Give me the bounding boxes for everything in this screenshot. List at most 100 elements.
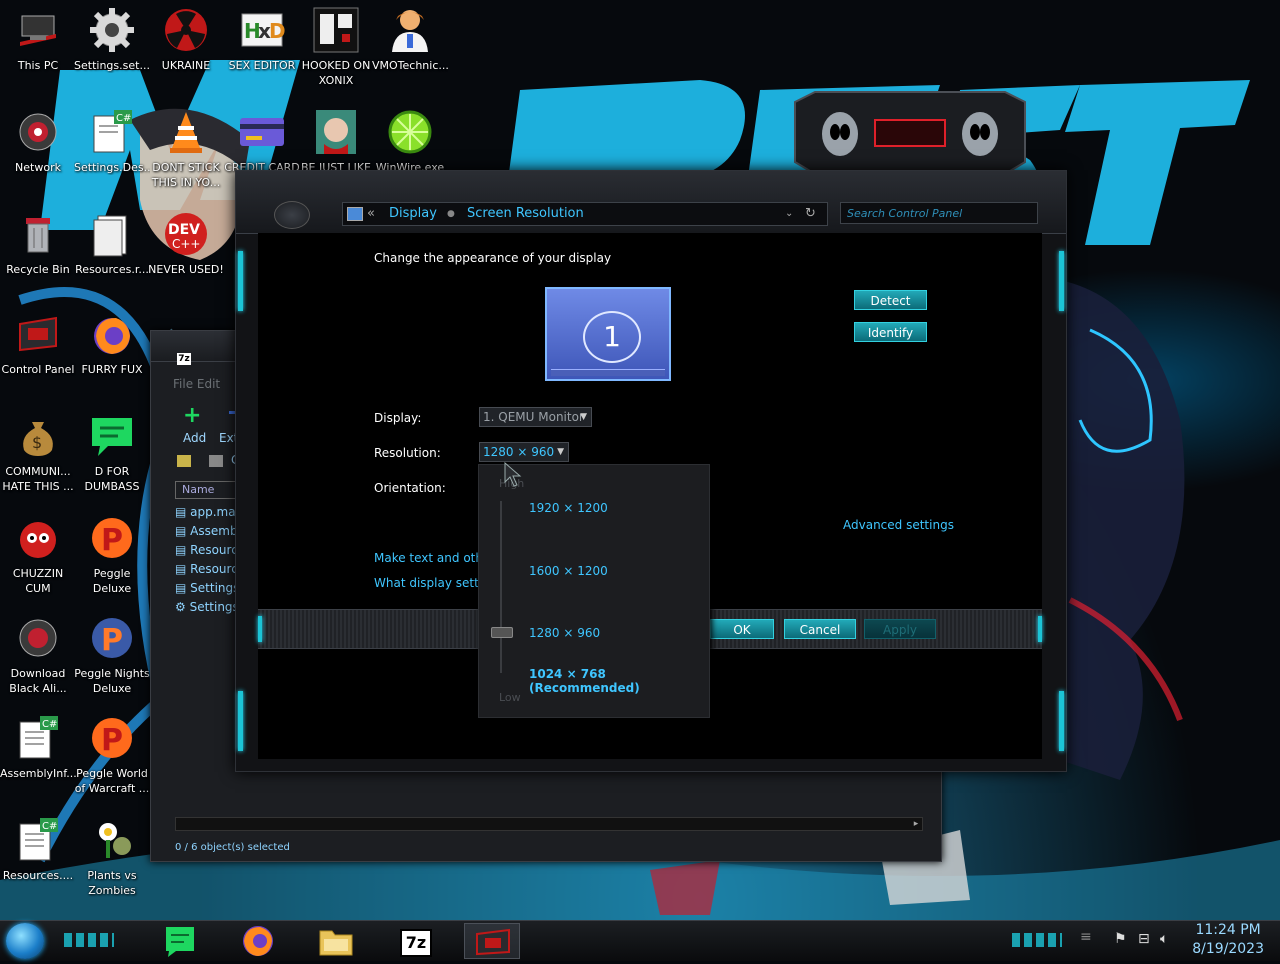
page-heading: Change the appearance of your display: [374, 251, 612, 265]
desktop-icon-peggle-world-of-warcraft[interactable]: P Peggle World of Warcraft ...: [74, 714, 150, 796]
desktop-icon-ukraine[interactable]: UKRAINE: [148, 6, 224, 73]
desktop-icon-download-black-ali[interactable]: Download Black Ali...: [0, 614, 76, 696]
volume-icon[interactable]: 🔈︎: [1160, 931, 1168, 947]
csharp-file-icon: C#: [88, 108, 136, 156]
file-icon: [88, 210, 136, 258]
flower-icon: [88, 816, 136, 864]
identify-button[interactable]: Identify: [854, 322, 927, 342]
desktop-icon-peggle-nights[interactable]: P Peggle Nights Deluxe: [74, 614, 150, 696]
cancel-button[interactable]: Cancel: [784, 619, 856, 639]
address-bar[interactable]: « Display ● Screen Resolution ⌄ ↻: [342, 202, 828, 226]
resolution-option-selected[interactable]: 1280 × 960: [529, 626, 600, 640]
7zip-menubar[interactable]: File Edit: [173, 377, 220, 391]
monitor-number-badge: 1: [583, 311, 641, 363]
display-select[interactable]: 1. QEMU Monitor ▼: [479, 407, 592, 427]
monitor-preview[interactable]: 1: [545, 287, 671, 381]
resolution-option[interactable]: 1600 × 1200: [529, 564, 608, 578]
window-titlebar[interactable]: « Display ● Screen Resolution ⌄ ↻ Search…: [236, 171, 1066, 234]
action-center-flag-icon[interactable]: ⚑: [1114, 931, 1127, 947]
taskbar-accent: [1012, 933, 1062, 947]
desktop-icon-plants-vs-zombies[interactable]: Plants vs Zombies: [74, 816, 150, 898]
desktop-icon-settings-des[interactable]: C# Settings.Des...: [74, 108, 150, 175]
clock-date: 8/19/2023: [1192, 941, 1264, 957]
network-icon[interactable]: ⊟: [1138, 931, 1150, 947]
svg-text:P: P: [101, 723, 123, 758]
desktop-icon-dont-stick[interactable]: DONT STICK THIS IN YO...: [148, 108, 224, 190]
network-globe-icon: [14, 108, 62, 156]
file-icon: ▤: [175, 562, 191, 576]
peggle-icon: P: [88, 714, 136, 762]
file-icon: ▤: [175, 505, 191, 519]
frame-accent-left: [238, 251, 243, 311]
resolution-option-recommended[interactable]: 1024 × 768 (Recommended): [529, 667, 709, 695]
peggle-icon: P: [88, 514, 136, 562]
character-icon: [312, 108, 360, 156]
mouse-cursor-icon: [504, 462, 522, 487]
desktop-icon-sex-editor[interactable]: HxD SEX EDITOR: [224, 6, 300, 73]
file-icon: ▤: [175, 543, 191, 557]
detect-button[interactable]: Detect: [854, 290, 927, 310]
frame-accent-right: [1059, 251, 1064, 311]
scroll-right-arrow-icon[interactable]: ▸: [910, 818, 922, 830]
desktop-icon-credit-card[interactable]: CREDIT CARD: [224, 108, 300, 175]
desktop-icon-d-for-dumbass[interactable]: D FOR DUMBASS: [74, 412, 150, 494]
monitor-taskbar-graphic: [551, 369, 665, 376]
taskbar-control-panel[interactable]: [464, 923, 520, 959]
slider-low-label: Low: [499, 691, 521, 704]
desktop-icon-network[interactable]: Network: [0, 108, 76, 175]
breadcrumb-screen-resolution[interactable]: Screen Resolution: [467, 203, 584, 225]
apply-button[interactable]: Apply: [864, 619, 936, 639]
taskbar-firefox[interactable]: [230, 923, 286, 959]
horizontal-scrollbar[interactable]: ▸: [175, 817, 923, 831]
desktop-icon-resources-r[interactable]: Resources.r...: [74, 210, 150, 277]
add-button[interactable]: Add: [183, 431, 206, 445]
taskbar-spotify[interactable]: [152, 923, 208, 959]
desktop-icon-this-pc[interactable]: This PC: [0, 6, 76, 73]
search-control-panel-input[interactable]: Search Control Panel: [840, 202, 1038, 224]
refresh-icon[interactable]: ↻: [805, 203, 816, 225]
breadcrumb-display[interactable]: Display: [389, 203, 437, 225]
svg-text:C#: C#: [42, 719, 57, 730]
show-hidden-icons-icon[interactable]: ≡: [1080, 929, 1092, 945]
desktop-icon-winwire[interactable]: WinWire.exe: [372, 108, 448, 175]
desktop-icon-chuzzin[interactable]: CHUZZIN CUM: [0, 514, 76, 596]
taskbar-7zip[interactable]: 7z: [386, 923, 442, 959]
desktop-icon-vmotechnic[interactable]: VMOTechnic...: [372, 6, 448, 73]
resolution-select[interactable]: 1280 × 960 ▼: [479, 442, 569, 462]
desktop-icon-settings-set[interactable]: Settings.set...: [74, 6, 150, 73]
svg-text:D: D: [269, 19, 286, 43]
folder-up-icon[interactable]: [177, 455, 191, 467]
display-label: Display:: [374, 411, 422, 425]
money-bag-icon: $: [14, 412, 62, 460]
desktop-icon-recycle-bin[interactable]: Recycle Bin: [0, 210, 76, 277]
file-icon: ▤: [175, 524, 191, 538]
ok-button[interactable]: OK: [710, 619, 774, 639]
resolution-dropdown[interactable]: High 1920 × 1200 1600 × 1200 1280 × 960 …: [478, 464, 710, 718]
advanced-settings-link[interactable]: Advanced settings: [843, 518, 954, 532]
control-panel-icon: [14, 310, 62, 358]
address-dropdown-chevron-icon[interactable]: ⌄: [785, 203, 793, 225]
desktop-icon-communi[interactable]: $ COMMUNI... HATE THIS ...: [0, 412, 76, 494]
resolution-option[interactable]: 1920 × 1200: [529, 501, 608, 515]
nav-back-button[interactable]: [274, 201, 310, 229]
gear-icon: [88, 6, 136, 54]
radiation-icon: [162, 6, 210, 54]
resolution-slider-thumb[interactable]: [491, 627, 513, 638]
svg-text:DEV: DEV: [168, 222, 200, 238]
desktop-icon-peggle-deluxe[interactable]: P Peggle Deluxe: [74, 514, 150, 596]
folder-icon: [319, 930, 353, 956]
desktop-icon-furry-fux[interactable]: FURRY FUX: [74, 310, 150, 377]
desktop-icon-resources[interactable]: C# Resources....: [0, 816, 76, 883]
system-clock[interactable]: 11:24 PM 8/19/2023: [1192, 921, 1264, 959]
globe-icon: [14, 614, 62, 662]
desktop-icon-hooked-on-xonix[interactable]: HOOKED ON XONIX: [298, 6, 374, 88]
desktop-icon-be-just-like[interactable]: BE JUST LIKE: [298, 108, 374, 175]
svg-text:P: P: [101, 623, 123, 658]
desktop-icon-assemblyinfo[interactable]: C# AssemblyInf...: [0, 714, 76, 781]
resolution-slider-track[interactable]: [500, 501, 502, 673]
start-orb-button[interactable]: [6, 923, 44, 959]
breadcrumb-overflow[interactable]: «: [367, 203, 375, 225]
button-bar-accent: [1038, 616, 1042, 642]
desktop-icon-control-panel[interactable]: Control Panel: [0, 310, 76, 377]
taskbar-file-explorer[interactable]: [308, 923, 364, 959]
